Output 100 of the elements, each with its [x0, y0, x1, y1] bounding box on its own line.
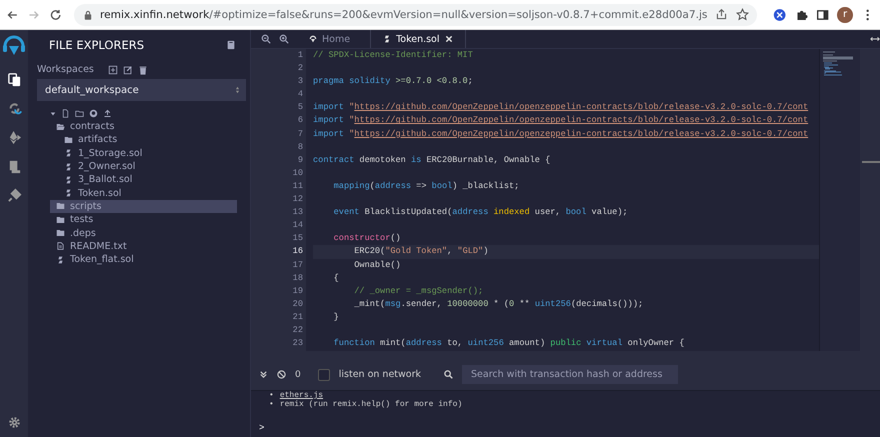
solidity-icon [64, 189, 73, 198]
minimap-drawing [822, 51, 853, 76]
expand-icon[interactable] [870, 34, 880, 44]
url-text: remix.xinfin.network/#optimize=false&runs=200&evmVersion=null&version=soljson-v0.8.7+commit.e28d00a7.js [100, 8, 708, 20]
github-icon[interactable] [89, 109, 98, 118]
compiler-icon[interactable] [6, 101, 22, 116]
line-number: 18 [292, 272, 303, 285]
editor-tab[interactable]: Home [297, 30, 362, 48]
file-tree-item[interactable]: .deps [50, 226, 237, 240]
star-icon[interactable] [736, 8, 750, 21]
line-number: 22 [292, 324, 303, 337]
line-number: 13 [292, 206, 303, 220]
settings-icon[interactable] [8, 416, 20, 429]
panel-title: FILE EXPLORERS [49, 38, 144, 52]
line-number: 12 [292, 193, 303, 206]
code-line: import "https://github.com/OpenZeppelin/openzeppelin-contracts/blob/release-v3.2.0-solc-0.7/cont [313, 102, 808, 112]
line-number: 6 [296, 114, 303, 128]
close-icon[interactable] [444, 35, 453, 43]
line-number: 11 [292, 180, 303, 193]
line-number: 19 [292, 284, 303, 298]
file-tree-item[interactable]: Token.sol [50, 186, 237, 200]
file-tree-item[interactable]: scripts [50, 200, 237, 214]
side-panel-icon[interactable] [816, 8, 830, 22]
new-file-icon[interactable] [61, 109, 70, 118]
add-icon[interactable] [108, 64, 118, 74]
output-link[interactable]: ethers.js [280, 391, 324, 400]
code-line: pragma solidity >=0.7.0 <0.8.0; [313, 76, 473, 86]
code-line: ERC20("Gold Token", "GLD") [353, 246, 488, 256]
open-folder-icon [56, 122, 65, 131]
line-number: 3 [296, 75, 303, 88]
workspace-select[interactable]: default_workspace [37, 79, 246, 101]
code-line: } [332, 312, 339, 322]
trash-icon[interactable] [138, 64, 148, 74]
bullet-mark: • [269, 400, 274, 409]
lock-icon [84, 10, 92, 20]
extension-icon[interactable] [773, 8, 787, 22]
line-number: 1 [296, 49, 303, 62]
file-icon [56, 242, 65, 250]
line-number: 16 [292, 245, 303, 258]
code-line: // _owner = _msgSender(); [353, 286, 484, 296]
book-icon[interactable] [226, 40, 236, 50]
search-field[interactable]: Search with transaction hash or address [462, 365, 678, 384]
reload-icon[interactable] [48, 8, 62, 22]
caret-icon[interactable] [50, 110, 56, 116]
code-line: event BlacklistUpdated(address indexed user, bool value); [332, 207, 628, 218]
file-tree-item[interactable]: contracts [50, 120, 237, 134]
code-line: import "https://github.com/OpenZeppelin/openzeppelin-contracts/blob/release-v3.2.0-solc-0.7/cont [313, 128, 808, 139]
solidity-icon [383, 35, 392, 43]
code-line: constructor() [332, 233, 401, 244]
line-number: 14 [292, 219, 303, 232]
sort-caret-icon [235, 86, 240, 94]
bullet-mark: • [269, 391, 274, 400]
new-folder-icon[interactable] [75, 109, 84, 118]
line-number: 23 [292, 337, 303, 350]
file-tree-item[interactable]: README.txt [50, 240, 237, 253]
terminal-prompt: > [259, 423, 266, 433]
search-icon [444, 370, 454, 379]
file-tree-item[interactable]: artifacts [50, 133, 237, 147]
editor-tab[interactable]: Token.sol [370, 30, 466, 48]
solidity-icon [64, 176, 73, 184]
workspaces-label: Workspaces [37, 64, 94, 75]
output-text: remix (run remix.help() for more info) [280, 400, 462, 409]
edit-icon[interactable] [122, 64, 133, 74]
file-tree-item[interactable]: 2_Owner.sol [50, 160, 237, 174]
zoom-out-icon[interactable] [261, 34, 271, 44]
collapse-icon[interactable] [259, 370, 268, 379]
file-tree-item[interactable]: 3_Ballot.sol [50, 173, 237, 186]
solidity-icon [56, 256, 65, 264]
profile-avatar[interactable]: r [837, 6, 853, 22]
line-number: 10 [292, 166, 303, 180]
files-icon[interactable] [6, 72, 22, 87]
code-line: Ownable() [353, 260, 401, 270]
zoom-in-icon[interactable] [279, 34, 289, 44]
code-line: { [332, 272, 339, 283]
file-tree-item[interactable]: 1_Storage.sol [50, 146, 237, 160]
line-number: 7 [296, 128, 303, 141]
listen-label: listen on network [338, 369, 422, 380]
code-line: function mint(address to, uint256 amount) public virtual onlyOwner { [332, 338, 684, 348]
solidity-icon [64, 162, 73, 171]
share-icon[interactable] [715, 8, 728, 21]
upload-icon[interactable] [103, 109, 112, 118]
remix-icon [309, 35, 317, 43]
line-number: 4 [296, 88, 303, 102]
solidity-icon [64, 149, 73, 158]
clear-icon[interactable] [277, 370, 286, 379]
address-bar[interactable]: remix.xinfin.network/#optimize=false&runs=200&evmVersion=null&version=soljson-v0.8.7+commit.e28d00a7.js [74, 4, 758, 26]
line-number: 20 [292, 298, 303, 311]
file-tree-item[interactable]: Token_flat.sol [50, 252, 237, 266]
listen-checkbox[interactable] [318, 368, 330, 380]
pending-count: 0 [295, 370, 301, 380]
code-line: mapping(address => bool) _blacklist; [332, 180, 520, 191]
folder-icon [64, 136, 73, 144]
line-number: 8 [296, 140, 303, 154]
line-number: 2 [296, 62, 303, 76]
line-number: 15 [292, 232, 303, 246]
line-number: 5 [296, 101, 303, 114]
line-number: 21 [292, 310, 303, 324]
code-line: contract demotoken is ERC20Burnable, Ownable { [313, 154, 550, 165]
code-line: // SPDX-License-Identifier: MIT [313, 50, 473, 60]
file-tree-item[interactable]: tests [50, 213, 237, 226]
